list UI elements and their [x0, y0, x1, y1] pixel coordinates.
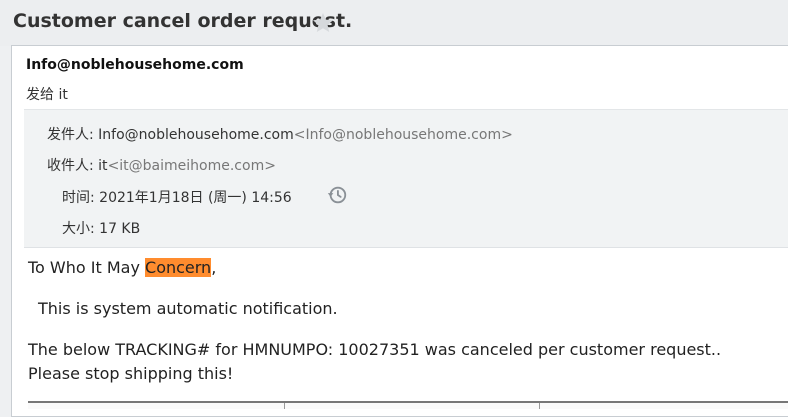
body-line-1: This is system automatic notification. [38, 299, 338, 318]
to-address[interactable]: <it@baimeihome.com> [108, 158, 276, 174]
email-subject: Customer cancel order request. [13, 10, 353, 32]
size-row: 大小: 17 KB [62, 218, 140, 238]
from-row: 发件人: Info@noblehousehome.com<Info@nobleh… [47, 124, 513, 144]
from-name[interactable]: Info@noblehousehome.com [98, 127, 294, 143]
size-value: 17 KB [99, 221, 141, 237]
highlighted-word: Concern [145, 258, 212, 277]
size-label: 大小: [62, 221, 95, 237]
from-address[interactable]: <Info@noblehousehome.com> [294, 127, 513, 143]
time-row: 时间: 2021年1月18日 (周一) 14:56 [62, 187, 292, 207]
to-name[interactable]: it [98, 158, 107, 174]
body-line-2: The below TRACKING# for HMNUMPO: 1002735… [28, 340, 722, 359]
to-label: 收件人: [47, 158, 94, 174]
tracking-table [28, 401, 788, 409]
greeting-prefix: To Who It May [28, 258, 146, 277]
time-value: 2021年1月18日 (周一) 14:56 [99, 190, 292, 206]
greeting-line: To Who It May Concern, [28, 258, 216, 277]
history-icon[interactable] [326, 184, 348, 206]
from-label: 发件人: [47, 127, 94, 143]
sendto-line: 发给 it [26, 84, 68, 104]
subject-bar: Customer cancel order request. [0, 0, 788, 46]
message-details: 发件人: Info@noblehousehome.com<Info@nobleh… [24, 109, 788, 248]
body-line-3: Please stop shipping this! [28, 364, 234, 383]
table-column-divider [539, 403, 540, 409]
sendto-label: 发给 [26, 87, 54, 103]
message-panel: Info@noblehousehome.com 发给 it 发件人: Info@… [11, 45, 788, 417]
to-row: 收件人: it<it@baimeihome.com> [47, 155, 276, 175]
sender-name[interactable]: Info@noblehousehome.com [26, 57, 244, 73]
table-column-divider [284, 403, 285, 409]
greeting-suffix: , [211, 258, 217, 277]
star-icon[interactable] [311, 11, 335, 35]
sendto-value[interactable]: it [58, 87, 67, 103]
time-label: 时间: [62, 190, 95, 206]
